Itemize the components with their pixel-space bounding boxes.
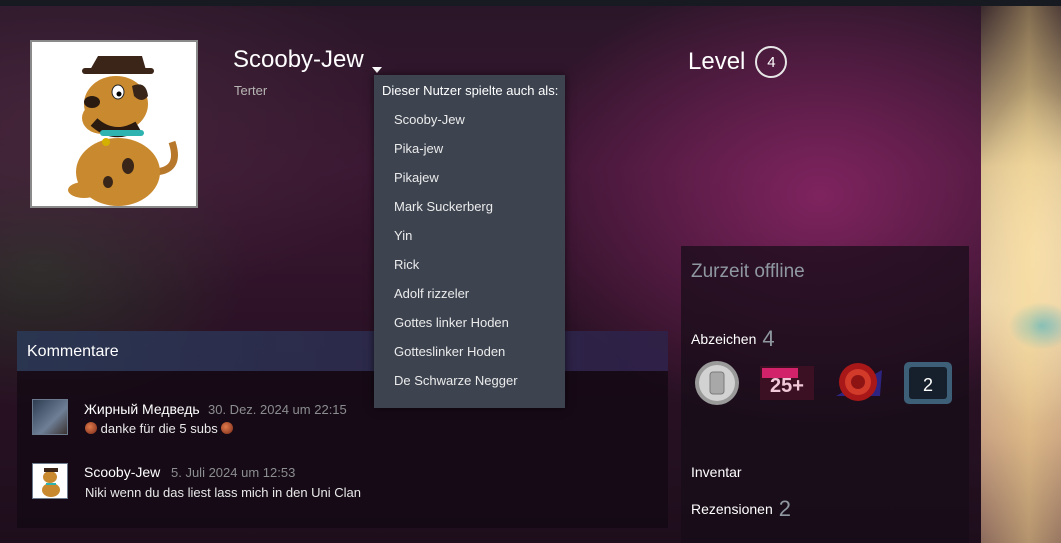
dog-avatar-icon — [32, 42, 196, 206]
badges-link[interactable]: Abzeichen 4 — [691, 326, 775, 352]
level-2-badge-icon[interactable]: 2 — [903, 360, 953, 406]
reviews-link[interactable]: Rezensionen 2 — [691, 496, 791, 522]
alias-item[interactable]: De Schwarze Negger — [394, 373, 518, 388]
alias-item[interactable]: Gotteslinker Hoden — [394, 344, 505, 359]
comment-author[interactable]: Scooby-Jew — [84, 464, 160, 480]
caret-down-icon[interactable] — [371, 67, 382, 73]
alias-item[interactable]: Yin — [394, 228, 412, 243]
alias-item[interactable]: Pikajew — [394, 170, 439, 185]
comment-author[interactable]: Жирный Медведь — [84, 401, 200, 417]
dog-avatar-icon — [42, 468, 60, 497]
comment-avatar[interactable] — [32, 399, 68, 435]
reviews-label[interactable]: Rezensionen — [691, 501, 773, 517]
real-name: Terter — [234, 83, 268, 98]
alias-item[interactable]: Scooby-Jew — [394, 112, 465, 127]
badges-count[interactable]: 4 — [762, 326, 774, 351]
comment-text: danke für die 5 subs — [85, 421, 234, 436]
comments-title[interactable]: Kommentare — [27, 343, 119, 361]
comment-text-content: danke für die 5 subs — [100, 421, 218, 436]
background-artwork-highlight — [981, 6, 1061, 543]
alias-dropdown-header: Dieser Nutzer spielte auch als: — [382, 83, 559, 98]
alias-item[interactable]: Adolf rizzeler — [394, 286, 469, 301]
comment-avatar[interactable] — [32, 463, 68, 499]
comments-header: Kommentare — [17, 331, 668, 371]
comment-time: 5. Juli 2024 um 12:53 — [171, 465, 296, 480]
emoticon-icon — [221, 422, 234, 434]
silver-coin-badge-icon[interactable] — [692, 360, 742, 406]
level-label: Level — [688, 48, 746, 75]
comment-time: 30. Dez. 2024 um 22:15 — [208, 402, 347, 417]
profile-sidebar: Zurzeit offline Abzeichen 4 25+ 2 Inventa… — [681, 246, 969, 543]
alias-item[interactable]: Gottes linker Hoden — [394, 315, 509, 330]
profile-avatar[interactable] — [30, 40, 198, 208]
alias-item[interactable]: Mark Suckerberg — [394, 199, 493, 214]
inventory-link[interactable]: Inventar — [691, 464, 742, 480]
badges-label[interactable]: Abzeichen — [691, 331, 756, 347]
alias-item[interactable]: Rick — [394, 257, 419, 272]
online-status: Zurzeit offline — [691, 261, 805, 282]
persona-name[interactable]: Scooby-Jew — [233, 46, 382, 74]
alias-item[interactable]: Pika-jew — [394, 141, 443, 156]
level-badge[interactable]: 4 — [755, 46, 788, 78]
red-seal-badge-icon[interactable] — [832, 360, 882, 406]
reviews-count[interactable]: 2 — [779, 496, 791, 521]
alias-dropdown: Dieser Nutzer spielte auch als: Scooby-J… — [374, 75, 565, 408]
profile-level: Level 4 — [688, 46, 788, 78]
comment-text: Niki wenn du das liest lass mich in den … — [85, 485, 362, 500]
emoticon-icon — [85, 422, 97, 434]
persona-name-text: Scooby-Jew — [233, 46, 364, 73]
comments-panel: Kommentare Жирный Медведь 30. Dez. 2024 … — [17, 331, 668, 528]
badge-text: 25+ — [770, 375, 804, 397]
25-plus-badge-icon[interactable]: 25+ — [760, 360, 814, 406]
badge-text: 2 — [923, 375, 933, 395]
